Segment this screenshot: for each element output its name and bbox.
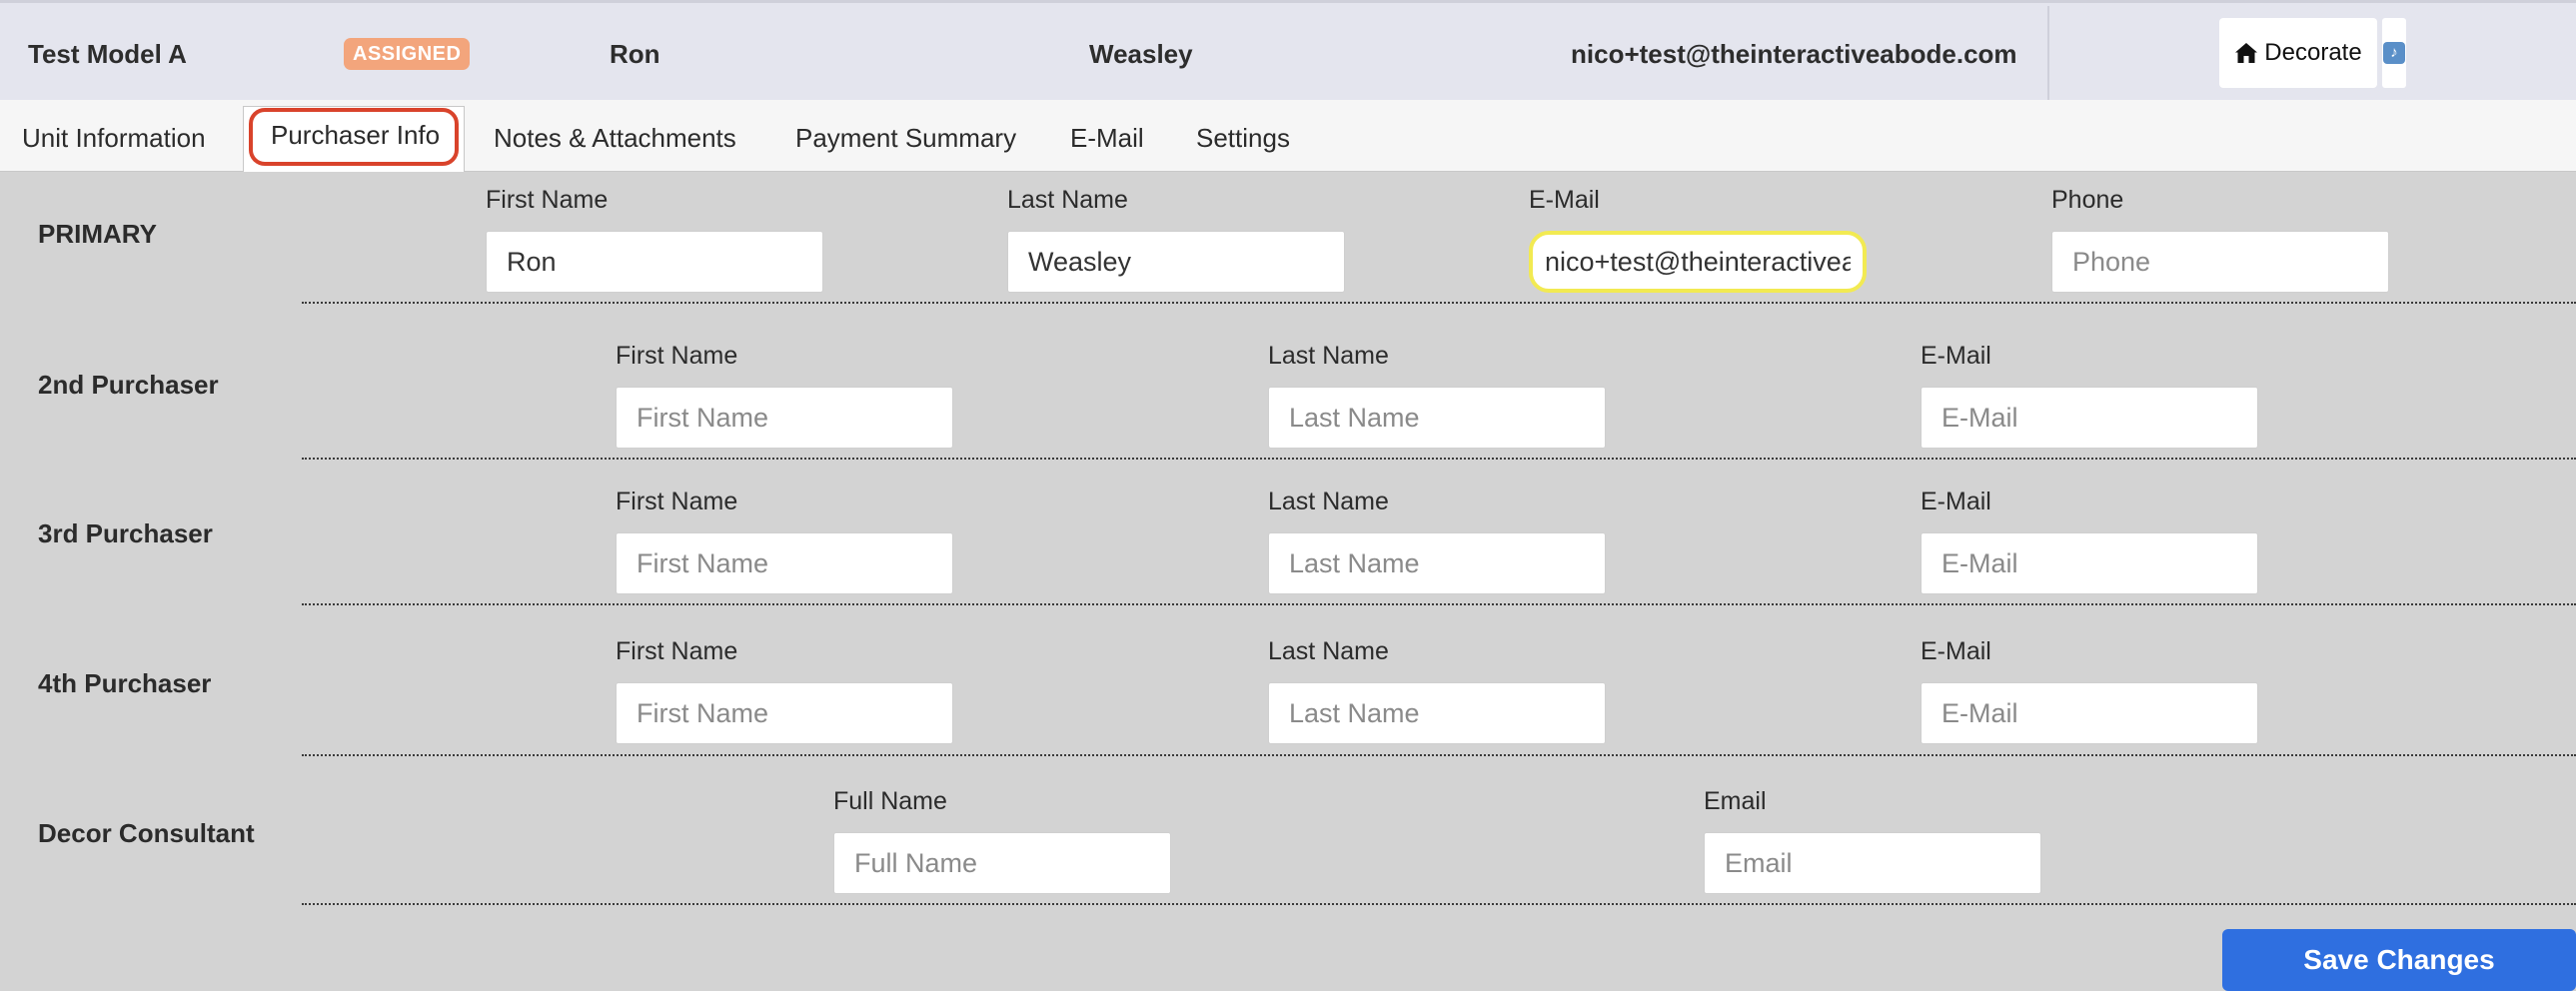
- purchaser2-email-input[interactable]: [1921, 387, 2258, 449]
- purchaser4-first-name-input[interactable]: [616, 682, 953, 744]
- model-name: Test Model A: [28, 39, 187, 69]
- purchaser2-email-label: E-Mail: [1921, 342, 1991, 370]
- side-tab[interactable]: ♪: [2382, 18, 2406, 88]
- purchaser4-last-name-input[interactable]: [1268, 682, 1606, 744]
- tab-purchaser-info[interactable]: Purchaser Info: [243, 106, 465, 172]
- header-first-name: Ron: [610, 39, 660, 69]
- home-icon: [2235, 43, 2258, 63]
- tab-notes-attachments[interactable]: Notes & Attachments: [494, 100, 736, 172]
- purchaser2-last-name-label: Last Name: [1268, 342, 1389, 370]
- purchaser4-last-name-label: Last Name: [1268, 637, 1389, 665]
- row-separator: [302, 754, 2576, 756]
- row-separator: [302, 903, 2576, 905]
- purchaser2-first-name-label: First Name: [616, 342, 738, 370]
- row-separator: [302, 458, 2576, 460]
- header-divider: [2047, 6, 2049, 104]
- tab-settings[interactable]: Settings: [1196, 100, 1290, 172]
- header-last-name: Weasley: [1089, 39, 1193, 69]
- music-note-icon: ♪: [2383, 42, 2405, 64]
- tab-payment-summary[interactable]: Payment Summary: [795, 100, 1016, 172]
- primary-phone-input[interactable]: [2051, 231, 2389, 293]
- row-separator: [302, 302, 2576, 304]
- decorate-button[interactable]: Decorate: [2219, 18, 2377, 88]
- decor-full-name-input[interactable]: [833, 832, 1171, 894]
- purchaser3-last-name-input[interactable]: [1268, 532, 1606, 594]
- purchaser3-last-name-label: Last Name: [1268, 488, 1389, 515]
- purchaser4-email-input[interactable]: [1921, 682, 2258, 744]
- purchaser2-last-name-input[interactable]: [1268, 387, 1606, 449]
- primary-first-name-label: First Name: [486, 186, 609, 214]
- tab-email[interactable]: E-Mail: [1070, 100, 1144, 172]
- purchaser3-first-name-input[interactable]: [616, 532, 953, 594]
- purchaser3-email-label: E-Mail: [1921, 488, 1991, 515]
- purchaser4-email-label: E-Mail: [1921, 637, 1991, 665]
- purchaser3-email-input[interactable]: [1921, 532, 2258, 594]
- tab-bar: Unit Information Purchaser Info Notes & …: [0, 100, 2576, 172]
- primary-last-name-label: Last Name: [1007, 186, 1128, 214]
- primary-email-input[interactable]: [1529, 231, 1867, 293]
- decorate-label: Decorate: [2264, 39, 2362, 66]
- save-changes-button[interactable]: Save Changes: [2222, 929, 2576, 991]
- header-email: nico+test@theinteractiveabode.com: [1571, 39, 2017, 69]
- row-label-decor-consultant: Decor Consultant: [38, 818, 255, 848]
- primary-phone-label: Phone: [2051, 186, 2124, 214]
- purchaser4-first-name-label: First Name: [616, 637, 738, 665]
- row-label-3rd-purchaser: 3rd Purchaser: [38, 518, 213, 548]
- status-badge: ASSIGNED: [344, 38, 471, 70]
- row-label-4th-purchaser: 4th Purchaser: [38, 668, 212, 698]
- primary-first-name-input[interactable]: [486, 231, 823, 293]
- unit-header: Test Model A ASSIGNED Ron Weasley nico+t…: [0, 0, 2576, 104]
- primary-last-name-input[interactable]: [1007, 231, 1345, 293]
- purchaser3-first-name-label: First Name: [616, 488, 738, 515]
- row-separator: [302, 603, 2576, 605]
- primary-email-label: E-Mail: [1529, 186, 1600, 214]
- purchaser2-first-name-input[interactable]: [616, 387, 953, 449]
- decor-email-label: Email: [1704, 787, 1767, 815]
- decor-full-name-label: Full Name: [833, 787, 947, 815]
- row-label-primary: PRIMARY: [38, 219, 157, 249]
- tab-unit-information[interactable]: Unit Information: [22, 100, 206, 172]
- decor-email-input[interactable]: [1704, 832, 2041, 894]
- row-label-2nd-purchaser: 2nd Purchaser: [38, 370, 219, 400]
